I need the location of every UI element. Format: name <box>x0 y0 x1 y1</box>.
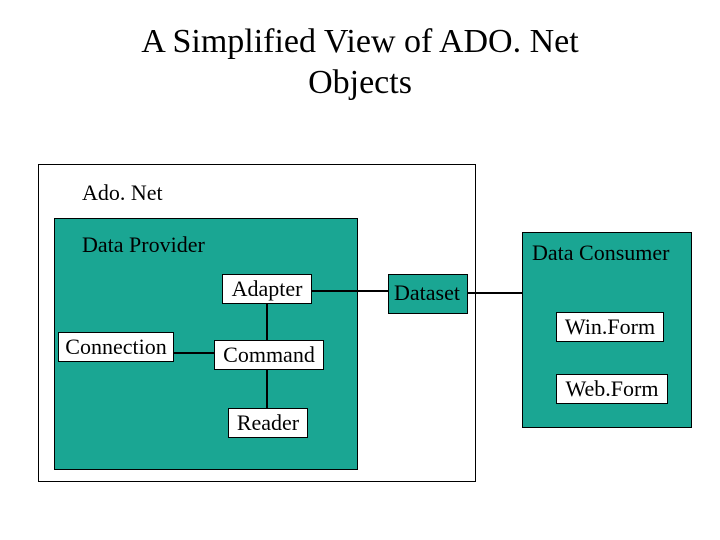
command-node: Command <box>214 340 324 370</box>
edge-adapter-dataset <box>312 290 388 292</box>
winform-node: Win.Form <box>556 312 664 342</box>
diagram-canvas: Ado. Net Data Provider Adapter Connectio… <box>0 0 720 540</box>
adonet-label: Ado. Net <box>82 180 163 206</box>
connection-node: Connection <box>58 332 174 362</box>
winform-text: Win.Form <box>565 314 655 340</box>
reader-text: Reader <box>237 410 299 436</box>
edge-dataset-consumer <box>468 292 522 294</box>
webform-node: Web.Form <box>556 374 668 404</box>
dataset-text: Dataset <box>394 280 460 306</box>
adapter-text: Adapter <box>232 276 303 302</box>
adapter-node: Adapter <box>222 274 312 304</box>
data-provider-label: Data Provider <box>82 232 205 258</box>
webform-text: Web.Form <box>566 376 659 402</box>
edge-connection-command <box>174 352 214 354</box>
command-text: Command <box>223 342 315 368</box>
reader-node: Reader <box>228 408 308 438</box>
connection-text: Connection <box>65 334 166 360</box>
edge-adapter-command <box>266 304 268 340</box>
data-consumer-label: Data Consumer <box>532 240 669 266</box>
edge-command-reader <box>266 370 268 408</box>
